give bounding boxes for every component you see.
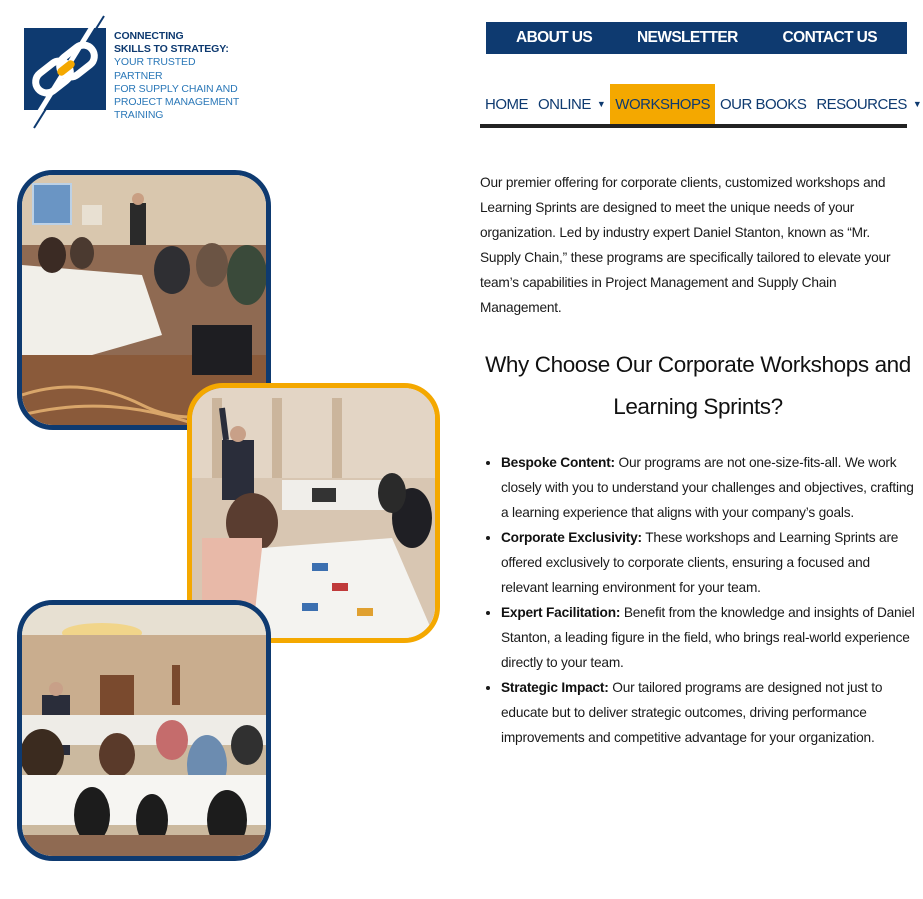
top-utility-nav: ABOUT US NEWSLETTER CONTACT US [486, 22, 907, 54]
nav-home[interactable]: HOME [480, 84, 533, 124]
nav-underline-divider [480, 124, 907, 128]
list-item: Strategic Impact: Our tailored programs … [501, 675, 915, 750]
nav-online[interactable]: ONLINE ▼ [533, 84, 610, 124]
logo-chain-icon [22, 12, 112, 132]
nav-contact-us[interactable]: CONTACT US [783, 29, 878, 47]
nav-our-books-label: OUR BOOKS [719, 95, 807, 113]
logo-line: FOR SUPPLY CHAIN AND [114, 82, 238, 95]
nav-online-label: ONLINE [538, 95, 591, 113]
nav-workshops[interactable]: WORKSHOPS [610, 84, 715, 124]
bullet-lead: Corporate Exclusivity: [501, 530, 642, 545]
list-item: Bespoke Content: Our programs are not on… [501, 450, 915, 525]
bullet-lead: Bespoke Content: [501, 455, 615, 470]
nav-resources[interactable]: RESOURCES ▼ [811, 84, 923, 124]
logo-line: SKILLS TO STRATEGY: [114, 43, 229, 56]
nav-our-books[interactable]: OUR BOOKS [715, 84, 811, 124]
nav-newsletter[interactable]: NEWSLETTER [637, 29, 738, 47]
nav-home-label: HOME [485, 95, 529, 113]
workshop-photo-3 [17, 600, 271, 861]
nav-resources-label: RESOURCES [816, 95, 907, 113]
chevron-down-icon: ▼ [912, 99, 922, 109]
logo-line: CONNECTING [114, 30, 184, 42]
main-nav: HOME ONLINE ▼ WORKSHOPS OUR BOOKS RESOURC… [480, 84, 922, 124]
section-heading: Why Choose Our Corporate Workshops and L… [485, 352, 911, 419]
intro-paragraph: Our premier offering for corporate clien… [480, 175, 891, 315]
nav-workshops-label: WORKSHOPS [615, 95, 710, 113]
site-logo[interactable]: CONNECTING SKILLS TO STRATEGY: YOUR TRUS… [22, 12, 244, 132]
logo-line: TRAINING [114, 109, 164, 122]
bullet-lead: Expert Facilitation: [501, 605, 621, 620]
logo-line: YOUR TRUSTED PARTNER [114, 56, 196, 82]
bullet-lead: Strategic Impact: [501, 680, 609, 695]
benefits-list: Bespoke Content: Our programs are not on… [480, 450, 915, 750]
list-item: Corporate Exclusivity: These workshops a… [501, 525, 915, 600]
nav-about-us[interactable]: ABOUT US [516, 29, 593, 47]
logo-line: PROJECT MANAGEMENT [114, 96, 240, 109]
list-item: Expert Facilitation: Benefit from the kn… [501, 600, 915, 675]
chevron-down-icon: ▼ [596, 99, 606, 109]
logo-tagline: CONNECTING SKILLS TO STRATEGY: YOUR TRUS… [114, 30, 244, 122]
